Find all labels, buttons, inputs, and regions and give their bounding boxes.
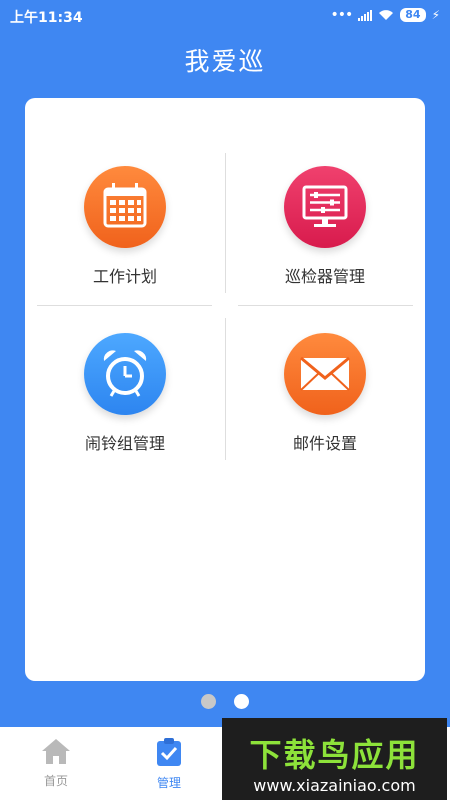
app-title: 我爱巡 xyxy=(184,47,266,76)
charging-icon: ⚡ xyxy=(431,8,440,22)
page-indicator xyxy=(0,694,450,709)
tile-work-plan[interactable]: 工作计划 xyxy=(25,166,225,287)
tile-inspector-management[interactable]: 巡检器管理 xyxy=(225,166,425,287)
menu-card: 工作计划 巡检器管理 闹铃组管理 邮件设置 xyxy=(25,98,425,681)
tile-label: 闹铃组管理 xyxy=(84,434,165,453)
status-time: 上午11:34 xyxy=(10,10,83,26)
page-dot[interactable] xyxy=(201,694,216,709)
tile-label: 邮件设置 xyxy=(292,434,357,453)
tile-alarm-group-management[interactable]: 闹铃组管理 xyxy=(25,333,225,454)
horizontal-divider xyxy=(238,305,413,306)
signal-icon xyxy=(358,9,373,21)
battery-level: 84 xyxy=(400,8,426,22)
watermark-title: 下载鸟应用 xyxy=(249,736,420,774)
status-bar: 上午11:34 ••• 84 ⚡ xyxy=(0,0,450,30)
clipboard-check-icon xyxy=(157,738,181,766)
tab-label: 管理 xyxy=(156,776,181,790)
more-dots-icon: ••• xyxy=(330,7,353,23)
tile-mail-settings[interactable]: 邮件设置 xyxy=(225,333,425,454)
tab-home[interactable]: 首页 xyxy=(26,737,86,789)
tab-manage[interactable]: 管理 xyxy=(139,737,199,791)
calendar-icon xyxy=(84,166,166,248)
home-icon xyxy=(42,739,70,764)
watermark-url: www.xiazainiao.com xyxy=(253,776,416,795)
envelope-icon xyxy=(284,333,366,415)
alarm-clock-icon xyxy=(84,333,166,415)
wifi-icon xyxy=(379,10,394,20)
status-indicators: ••• 84 ⚡ xyxy=(330,7,440,23)
tile-label: 巡检器管理 xyxy=(284,267,365,286)
tile-label: 工作计划 xyxy=(92,267,157,286)
watermark-logo: 下载鸟应用 www.xiazainiao.com xyxy=(222,718,447,800)
horizontal-divider xyxy=(37,305,212,306)
monitor-settings-icon xyxy=(284,166,366,248)
tab-label: 首页 xyxy=(43,774,68,788)
page-dot-active[interactable] xyxy=(234,694,249,709)
